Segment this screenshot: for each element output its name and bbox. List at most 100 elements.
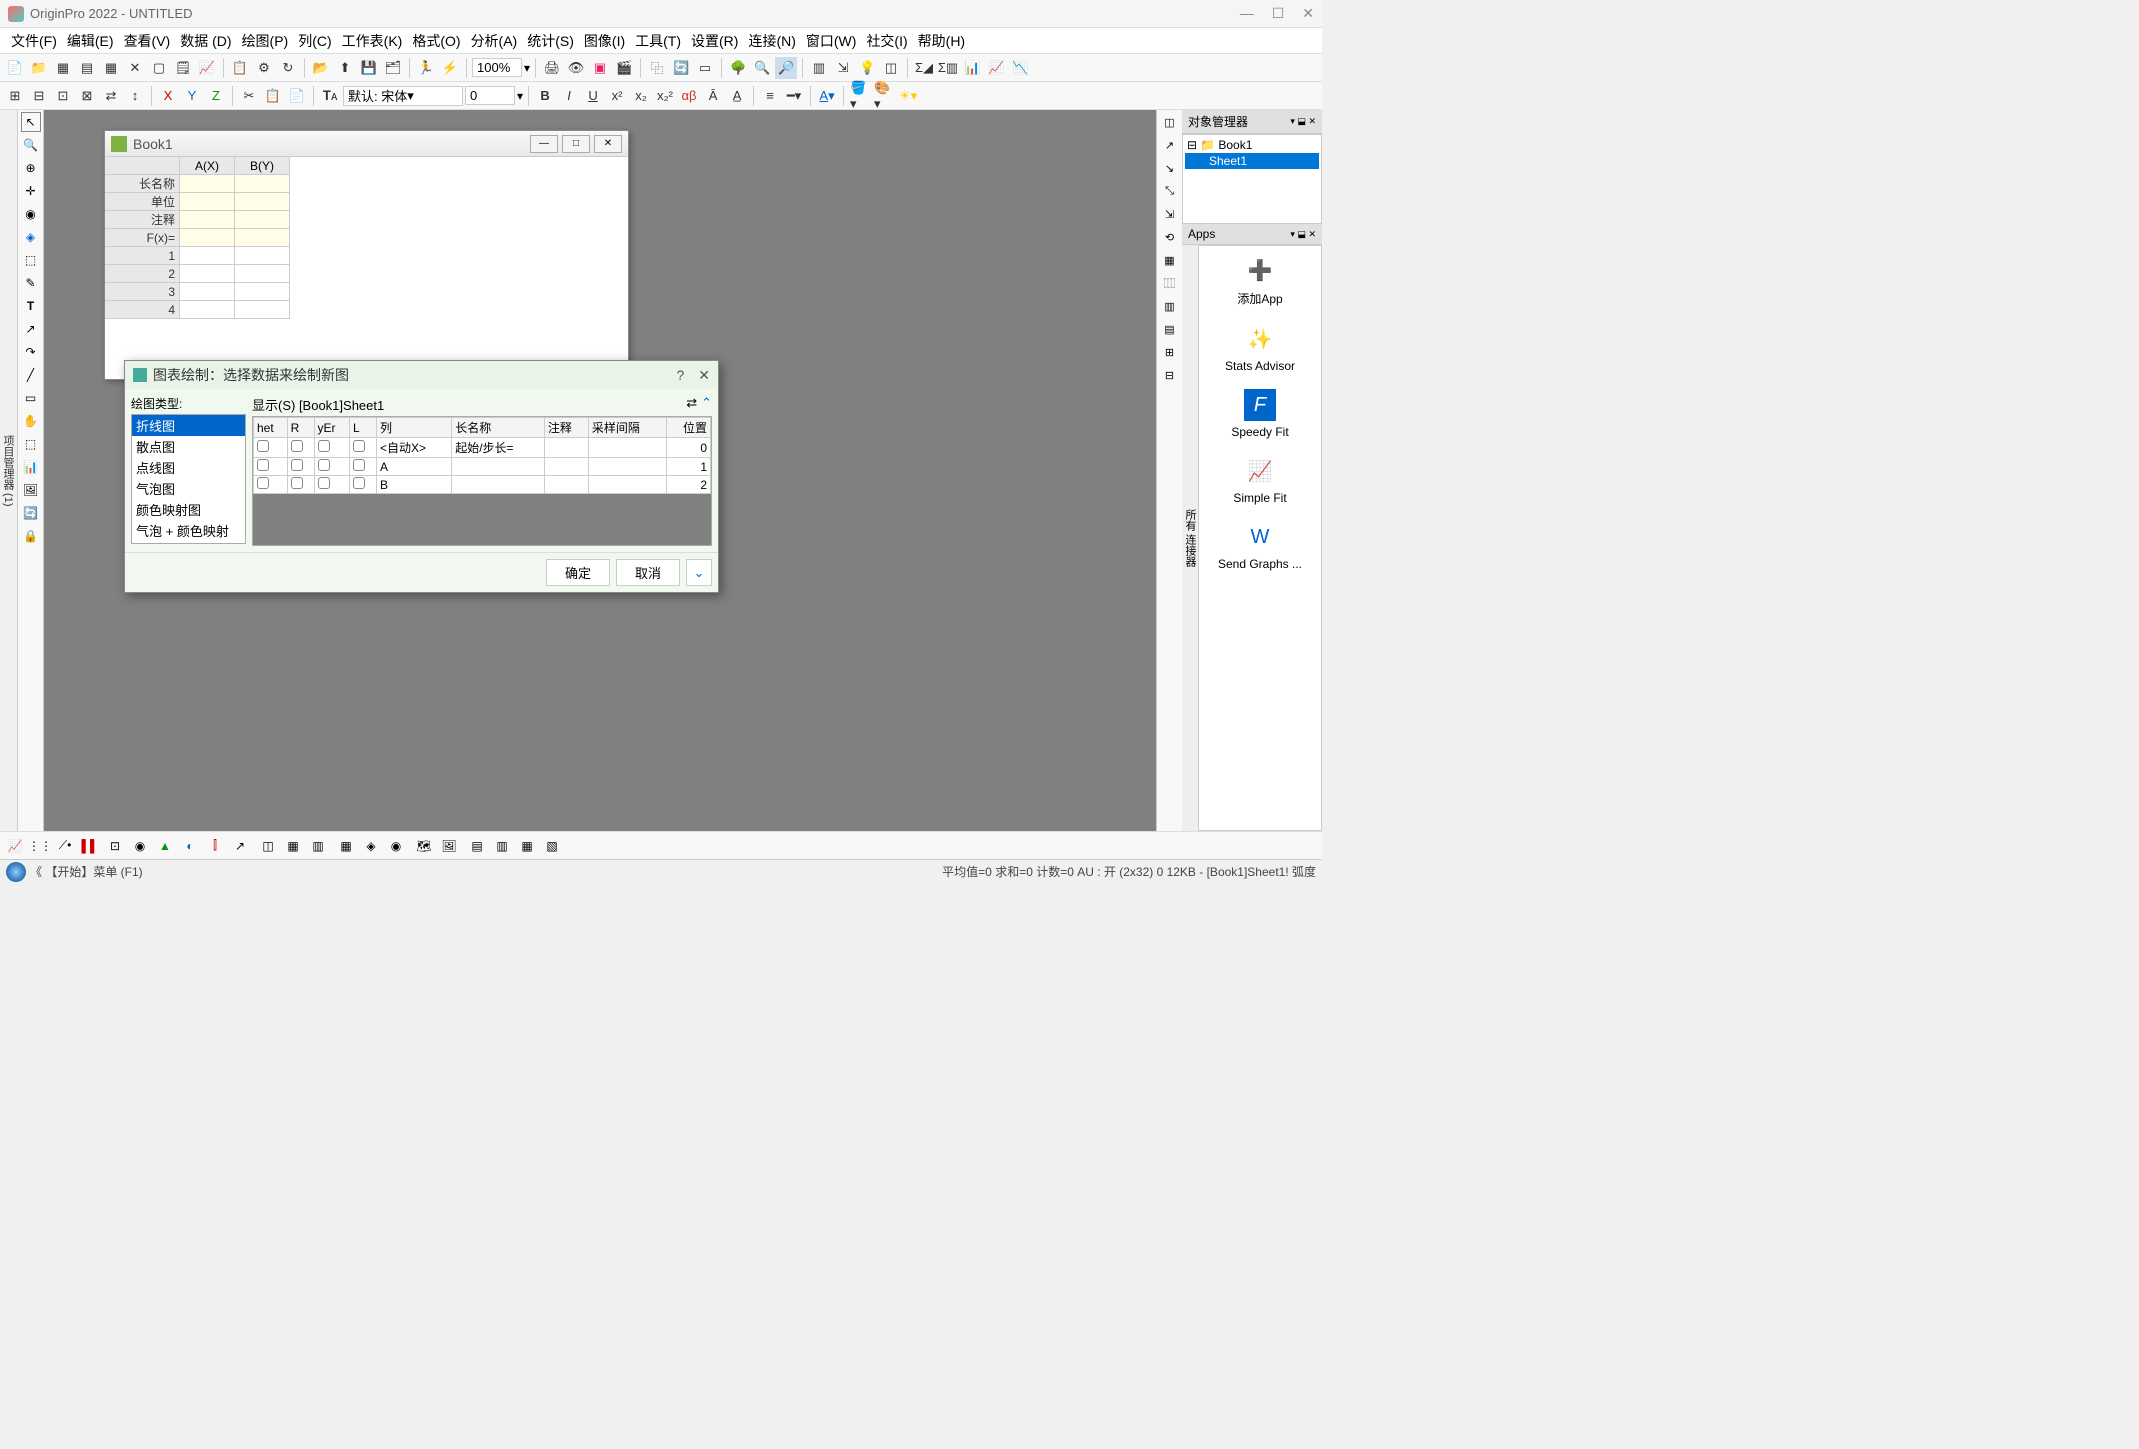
bigfont-icon[interactable]: Ā bbox=[702, 85, 724, 107]
rect-tool-icon[interactable]: ▭ bbox=[21, 388, 41, 408]
data-reader-icon[interactable]: ✛ bbox=[21, 181, 41, 201]
zoom-combo[interactable] bbox=[472, 58, 522, 77]
menu-plot[interactable]: 绘图(P) bbox=[237, 29, 294, 53]
collapse-button[interactable]: ⌃ bbox=[701, 395, 712, 414]
checkbox[interactable] bbox=[291, 477, 303, 489]
draw-data-icon[interactable]: ✎ bbox=[21, 273, 41, 293]
pmap-icon[interactable]: 🗺 bbox=[413, 835, 435, 857]
italic-icon[interactable]: I bbox=[558, 85, 580, 107]
lock-icon[interactable]: 🔒 bbox=[21, 526, 41, 546]
dialog-close-button[interactable]: ✕ bbox=[698, 367, 710, 384]
print-icon[interactable]: 🖨 bbox=[541, 57, 563, 79]
insert-image-icon[interactable]: 🖼 bbox=[21, 480, 41, 500]
menu-prefs[interactable]: 设置(R) bbox=[686, 29, 743, 53]
close-button[interactable]: ✕ bbox=[1302, 5, 1314, 22]
plottype-bubble[interactable]: 气泡图 bbox=[132, 478, 245, 499]
rt5-icon[interactable]: ⇲ bbox=[1160, 204, 1180, 224]
rt2-icon[interactable]: ↗ bbox=[1160, 135, 1180, 155]
fill-color-icon[interactable]: 🪣▾ bbox=[849, 85, 871, 107]
window-icon[interactable]: ▭ bbox=[694, 57, 716, 79]
new-layout-icon[interactable]: ▢ bbox=[148, 57, 170, 79]
rt4-icon[interactable]: ⤡ bbox=[1160, 181, 1180, 201]
insert-graph-icon[interactable]: 📊 bbox=[21, 457, 41, 477]
slide-icon[interactable]: ▣ bbox=[589, 57, 611, 79]
app-add[interactable]: ➕添加App bbox=[1199, 246, 1321, 315]
app-simple-fit[interactable]: 📈Simple Fit bbox=[1199, 447, 1321, 513]
insert-rows-icon[interactable]: ⊞ bbox=[4, 85, 26, 107]
mask-icon[interactable]: ◈ bbox=[21, 227, 41, 247]
expand-button[interactable]: ⌄ bbox=[686, 559, 712, 586]
p3dscatter-icon[interactable]: ◫ bbox=[257, 835, 279, 857]
new-workbook-icon[interactable]: ▦ bbox=[52, 57, 74, 79]
menu-stats[interactable]: 统计(S) bbox=[522, 29, 579, 53]
batch-icon[interactable]: ⚙ bbox=[253, 57, 275, 79]
book-maximize-button[interactable]: □ bbox=[562, 135, 590, 153]
font-combo[interactable]: 默认: 宋体▾ bbox=[343, 86, 463, 106]
checkbox[interactable] bbox=[318, 459, 330, 471]
cancel-button[interactable]: 取消 bbox=[616, 559, 680, 586]
pgroup4-icon[interactable]: ▧ bbox=[541, 835, 563, 857]
smallfont-icon[interactable]: A̲ bbox=[726, 85, 748, 107]
rt6-icon[interactable]: ⟲ bbox=[1160, 227, 1180, 247]
copy-icon[interactable]: 📋 bbox=[262, 85, 284, 107]
ok-button[interactable]: 确定 bbox=[546, 559, 610, 586]
tree-book-node[interactable]: ⊟ 📁 Book1 bbox=[1185, 137, 1319, 153]
app-send-graphs[interactable]: WSend Graphs ... bbox=[1199, 513, 1321, 579]
align-left-icon[interactable]: ≡ bbox=[759, 85, 781, 107]
pstock-icon[interactable]: ⫿ bbox=[204, 835, 226, 857]
checkbox[interactable] bbox=[353, 477, 365, 489]
set-y-icon[interactable]: Y bbox=[181, 85, 203, 107]
pvector-icon[interactable]: ↗ bbox=[229, 835, 251, 857]
scale-in-icon[interactable]: 🔍 bbox=[21, 135, 41, 155]
duplicate-icon[interactable]: ⿻ bbox=[646, 57, 668, 79]
merge-icon[interactable]: ⊡ bbox=[52, 85, 74, 107]
menu-column[interactable]: 列(C) bbox=[293, 29, 336, 53]
zoom-in-icon[interactable]: 🔎 bbox=[775, 57, 797, 79]
stats-col-icon[interactable]: Σ▥ bbox=[937, 57, 959, 79]
menu-view[interactable]: 查看(V) bbox=[119, 29, 176, 53]
menu-worksheet[interactable]: 工作表(K) bbox=[337, 29, 408, 53]
cut-icon[interactable]: ✂ bbox=[238, 85, 260, 107]
split-icon[interactable]: ⊠ bbox=[76, 85, 98, 107]
checkbox[interactable] bbox=[291, 459, 303, 471]
new-notes-icon[interactable]: 🗒 bbox=[172, 57, 194, 79]
p3dsurface-icon[interactable]: ▦ bbox=[282, 835, 304, 857]
pcontour-icon[interactable]: ◉ bbox=[129, 835, 151, 857]
superscript-icon[interactable]: x² bbox=[606, 85, 628, 107]
rt9-icon[interactable]: ▥ bbox=[1160, 296, 1180, 316]
plottype-linesymbol[interactable]: 点线图 bbox=[132, 457, 245, 478]
object-tree[interactable]: ⊟ 📁 Book1 Sheet1 bbox=[1182, 134, 1322, 224]
paste-icon[interactable]: 📄 bbox=[286, 85, 308, 107]
app-stats-advisor[interactable]: ✨Stats Advisor bbox=[1199, 315, 1321, 381]
search-icon[interactable]: 🔍 bbox=[751, 57, 773, 79]
movie-icon[interactable]: 🎬 bbox=[613, 57, 635, 79]
light-icon[interactable]: 💡 bbox=[856, 57, 878, 79]
light-tool-icon[interactable]: ☀▾ bbox=[897, 85, 919, 107]
fontsize-combo[interactable] bbox=[465, 86, 515, 105]
book-close-button[interactable]: ✕ bbox=[594, 135, 622, 153]
plottype-bubble-colormap[interactable]: 气泡 + 颜色映射图 bbox=[132, 520, 245, 544]
app-speedy-fit[interactable]: FSpeedy Fit bbox=[1199, 381, 1321, 447]
menu-analysis[interactable]: 分析(A) bbox=[466, 29, 523, 53]
pstat3-icon[interactable]: ◉ bbox=[385, 835, 407, 857]
apps-pin-icon[interactable]: ▾ ⬓ ✕ bbox=[1290, 229, 1316, 240]
rt10-icon[interactable]: ▤ bbox=[1160, 319, 1180, 339]
pgroup3-icon[interactable]: ▦ bbox=[516, 835, 538, 857]
menu-tools[interactable]: 工具(T) bbox=[630, 29, 686, 53]
tab-project-explorer[interactable]: 项目管理器 (1) bbox=[0, 431, 17, 511]
menu-window[interactable]: 窗口(W) bbox=[801, 29, 862, 53]
data-selector-icon[interactable]: ◉ bbox=[21, 204, 41, 224]
menu-format[interactable]: 格式(O) bbox=[407, 29, 465, 53]
checkbox[interactable] bbox=[257, 459, 269, 471]
save-template-icon[interactable]: 🗂 bbox=[382, 57, 404, 79]
pcolumn-icon[interactable]: ▌▌ bbox=[79, 835, 101, 857]
menu-image[interactable]: 图像(I) bbox=[579, 29, 630, 53]
open-icon[interactable]: 📂 bbox=[310, 57, 332, 79]
new-matrix-icon[interactable]: ▤ bbox=[76, 57, 98, 79]
dialog-help-button[interactable]: ? bbox=[676, 367, 684, 384]
stats-sum-icon[interactable]: Σ◢ bbox=[913, 57, 935, 79]
tree-icon[interactable]: 🌳 bbox=[727, 57, 749, 79]
bold-icon[interactable]: B bbox=[534, 85, 556, 107]
new-project-icon[interactable]: 📄 bbox=[4, 57, 26, 79]
anova-icon[interactable]: 📉 bbox=[1009, 57, 1031, 79]
